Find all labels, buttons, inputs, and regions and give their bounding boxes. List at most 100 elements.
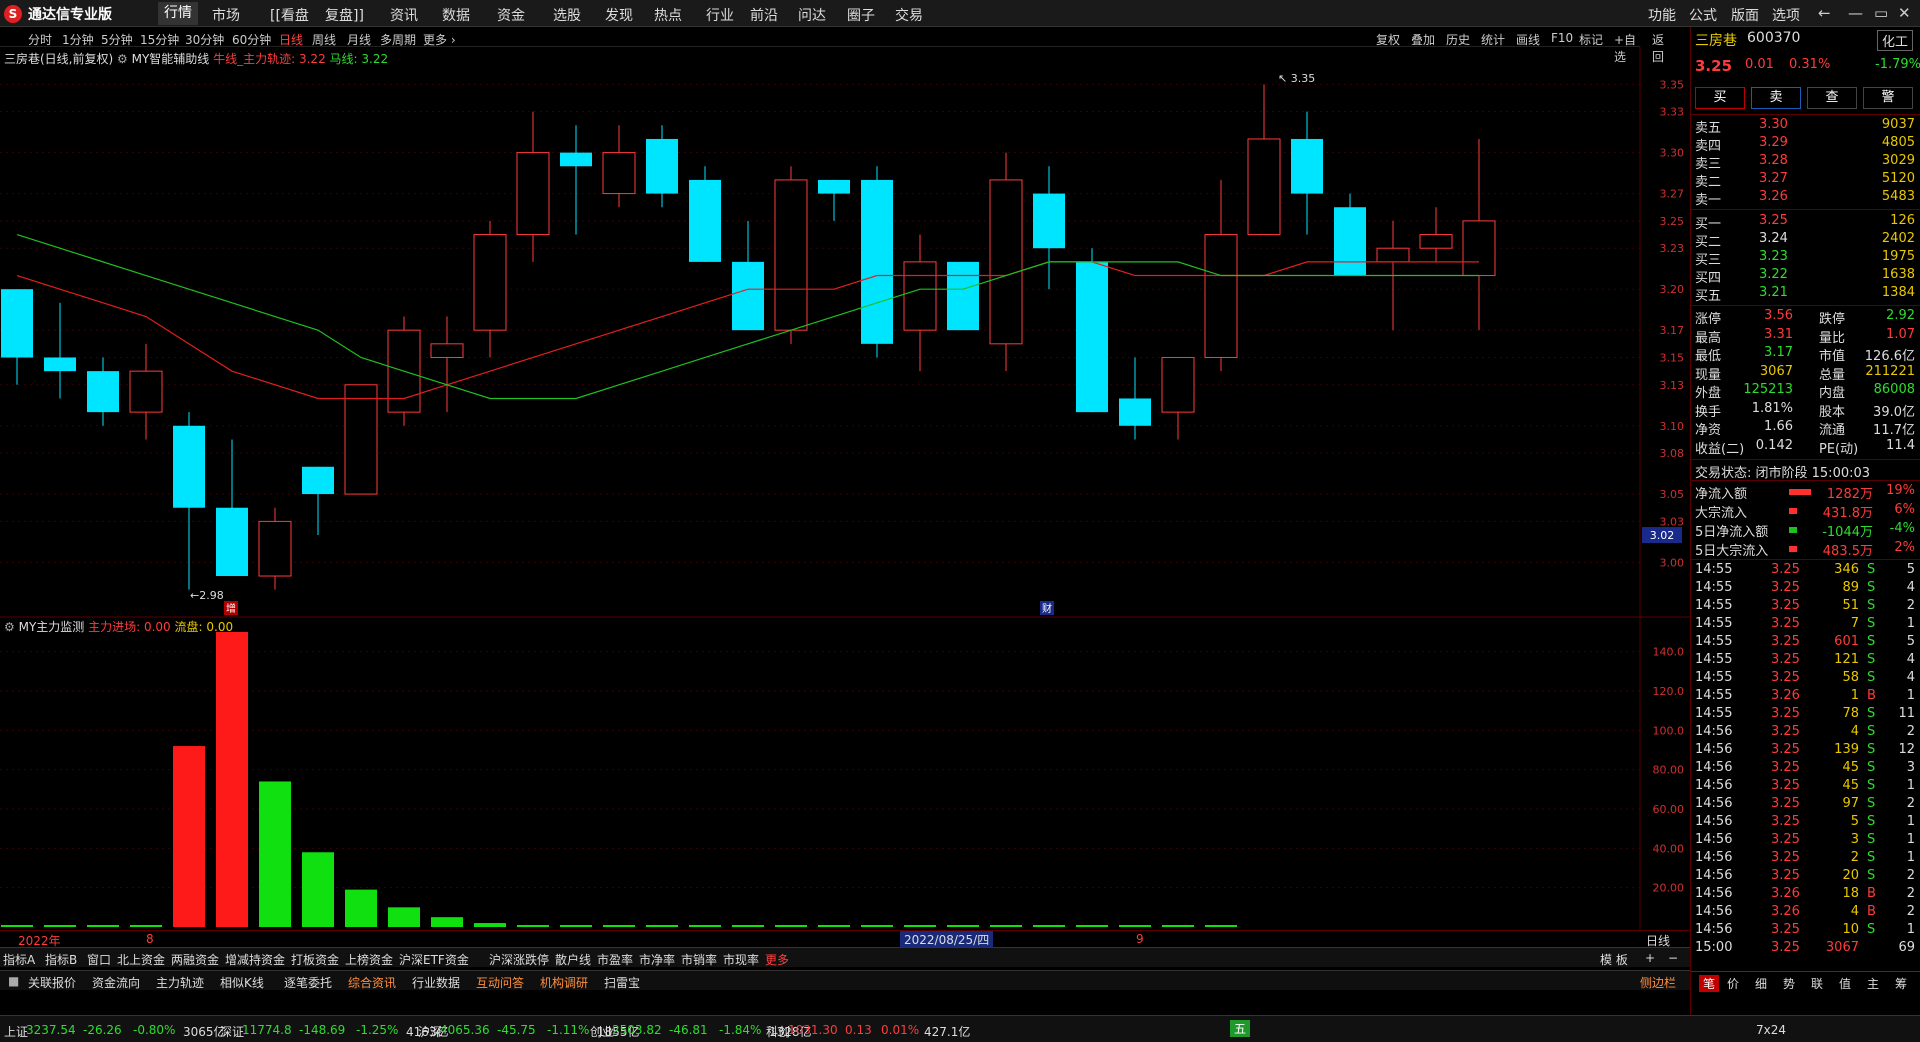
restore-icon[interactable]: ▭ [1874, 4, 1888, 22]
tool-0[interactable]: 复权 [1376, 31, 1400, 48]
alert-button[interactable]: 警 [1863, 87, 1913, 109]
period-6[interactable]: 日线 [279, 31, 303, 48]
indicator-tab-3[interactable]: 北上资金 [117, 951, 165, 968]
period-0[interactable]: 分时 [28, 31, 52, 48]
info-tab-8[interactable]: 机构调研 [540, 974, 588, 991]
menu-8[interactable]: 发现 [605, 5, 633, 25]
template-control-0[interactable]: 模 板 [1600, 951, 1628, 968]
settings-icon[interactable]: ⚙ [117, 52, 128, 66]
kline-chart[interactable]: 3.35 3.33 3.30 3.27 3.25 3.23 3.20 3.17 3.15 3.13… [0, 47, 1690, 930]
menu-3[interactable]: 复盘]] [325, 5, 364, 25]
settings-icon[interactable]: ⚙ [4, 620, 15, 634]
back-icon[interactable]: ← [1818, 4, 1831, 22]
info-tab-1[interactable]: 资金流向 [92, 974, 140, 991]
indicator-tab-5[interactable]: 增减持资金 [225, 951, 285, 968]
menu-1[interactable]: 市场 [212, 5, 240, 25]
indicator-tab-10[interactable]: 散户线 [555, 951, 591, 968]
quote-tab-0[interactable]: 笔 [1699, 975, 1720, 992]
period-5[interactable]: 60分钟 [232, 31, 271, 48]
menu-5[interactable]: 数据 [442, 5, 470, 25]
template-control-2[interactable]: − [1668, 951, 1678, 965]
tool-4[interactable]: 画线 [1516, 31, 1540, 48]
menu-11[interactable]: 前沿 [750, 5, 778, 25]
query-button[interactable]: 查 [1807, 87, 1857, 109]
info-tab-9[interactable]: 扫雷宝 [604, 974, 640, 991]
menu-right-2[interactable]: 版面 [1731, 5, 1759, 25]
indicator-tab-13[interactable]: 市销率 [681, 951, 717, 968]
template-control-1[interactable]: + [1645, 951, 1655, 965]
ime-indicator[interactable]: 五 [1230, 1020, 1251, 1037]
indicator-name[interactable]: MY智能辅助线 [132, 52, 210, 66]
menu-10[interactable]: 行业 [706, 5, 734, 25]
period-9[interactable]: 多周期 [380, 31, 416, 48]
menu-4[interactable]: 资讯 [390, 5, 418, 25]
menu-13[interactable]: 圈子 [847, 5, 875, 25]
menu-right-3[interactable]: 选项 [1772, 5, 1800, 25]
menu-6[interactable]: 资金 [497, 5, 525, 25]
sidebar-toggle[interactable]: 侧边栏 [1640, 974, 1676, 991]
buy-button[interactable]: 买 [1695, 87, 1745, 109]
quote-tab-5[interactable]: 值 [1839, 975, 1851, 992]
menu-12[interactable]: 问达 [798, 5, 826, 25]
index-hs-0[interactable]: 沪深 [418, 1023, 442, 1040]
indicator-tab-14[interactable]: 市现率 [723, 951, 759, 968]
menu-7[interactable]: 选股 [553, 5, 581, 25]
period-7[interactable]: 周线 [312, 31, 336, 48]
sector-change: -1.79% [1875, 57, 1920, 72]
flow-bar [216, 632, 248, 927]
sector-name[interactable]: 化工 [1877, 30, 1914, 51]
indicator-tab-1[interactable]: 指标B [45, 951, 77, 968]
indicator-tab-6[interactable]: 打板资金 [291, 951, 339, 968]
tick-count: 2 [1906, 868, 1915, 883]
index-sh-0[interactable]: 上证 [4, 1023, 28, 1040]
indicator-tab-9[interactable]: 沪深涨跌停 [489, 951, 549, 968]
tool-1[interactable]: 叠加 [1411, 31, 1435, 48]
indicator-tab-2[interactable]: 窗口 [87, 951, 111, 968]
indicator-tab-8[interactable]: 沪深ETF资金 [399, 951, 469, 968]
indicator-tab-7[interactable]: 上榜资金 [345, 951, 393, 968]
indicator-tab-15[interactable]: 更多 [765, 951, 789, 968]
period-8[interactable]: 月线 [347, 31, 371, 48]
sub-indicator-name[interactable]: MY主力监测 [19, 620, 85, 634]
indicator-tab-4[interactable]: 两融资金 [171, 951, 219, 968]
info-tab-4[interactable]: 逐笔委托 [284, 974, 332, 991]
quote-tab-6[interactable]: 主 [1867, 975, 1879, 992]
menu-9[interactable]: 热点 [654, 5, 682, 25]
quote-tab-3[interactable]: 势 [1783, 975, 1795, 992]
quote-tab-2[interactable]: 细 [1755, 975, 1767, 992]
period-10[interactable]: 更多 › [423, 31, 456, 48]
menu-2[interactable]: [[看盘 [270, 5, 309, 25]
period-4[interactable]: 30分钟 [185, 31, 224, 48]
info-tab-3[interactable]: 相似K线 [220, 974, 264, 991]
indicator-tab-12[interactable]: 市净率 [639, 951, 675, 968]
period-3[interactable]: 15分钟 [140, 31, 179, 48]
period-2[interactable]: 5分钟 [101, 31, 133, 48]
index-kc-0[interactable]: 科创 [766, 1023, 790, 1040]
index-cy-0[interactable]: 创业 [590, 1023, 614, 1040]
menu-14[interactable]: 交易 [895, 5, 923, 25]
close-icon[interactable]: ✕ [1898, 4, 1911, 22]
info-tab-6[interactable]: 行业数据 [412, 974, 460, 991]
info-tab-7[interactable]: 互动问答 [476, 974, 524, 991]
sell-button[interactable]: 卖 [1751, 87, 1801, 109]
indicator-tab-0[interactable]: 指标A [3, 951, 35, 968]
menu-right-1[interactable]: 公式 [1689, 5, 1717, 25]
quote-tab-1[interactable]: 价 [1727, 975, 1739, 992]
tool-5[interactable]: F10 [1551, 31, 1573, 45]
tool-6[interactable]: 标记 [1579, 31, 1603, 48]
tool-2[interactable]: 历史 [1446, 31, 1470, 48]
period-1[interactable]: 1分钟 [62, 31, 94, 48]
indicator-tab-11[interactable]: 市盈率 [597, 951, 633, 968]
quote-tab-7[interactable]: 筹 [1895, 975, 1907, 992]
clock-label[interactable]: 7x24 [1756, 1023, 1786, 1037]
menu-0[interactable]: 行情 [158, 2, 198, 25]
info-tab-2[interactable]: 主力轨迹 [156, 974, 204, 991]
menu-right-0[interactable]: 功能 [1648, 5, 1676, 25]
info-tab-0[interactable]: 关联报价 [28, 974, 76, 991]
info-tab-5[interactable]: 综合资讯 [348, 974, 396, 991]
minimize-icon[interactable]: — [1848, 4, 1863, 22]
index-sz-0[interactable]: 深证 [220, 1023, 244, 1040]
quote-tab-4[interactable]: 联 [1811, 975, 1823, 992]
tab-collapse-icon[interactable]: ■ [8, 974, 19, 988]
tool-3[interactable]: 统计 [1481, 31, 1505, 48]
